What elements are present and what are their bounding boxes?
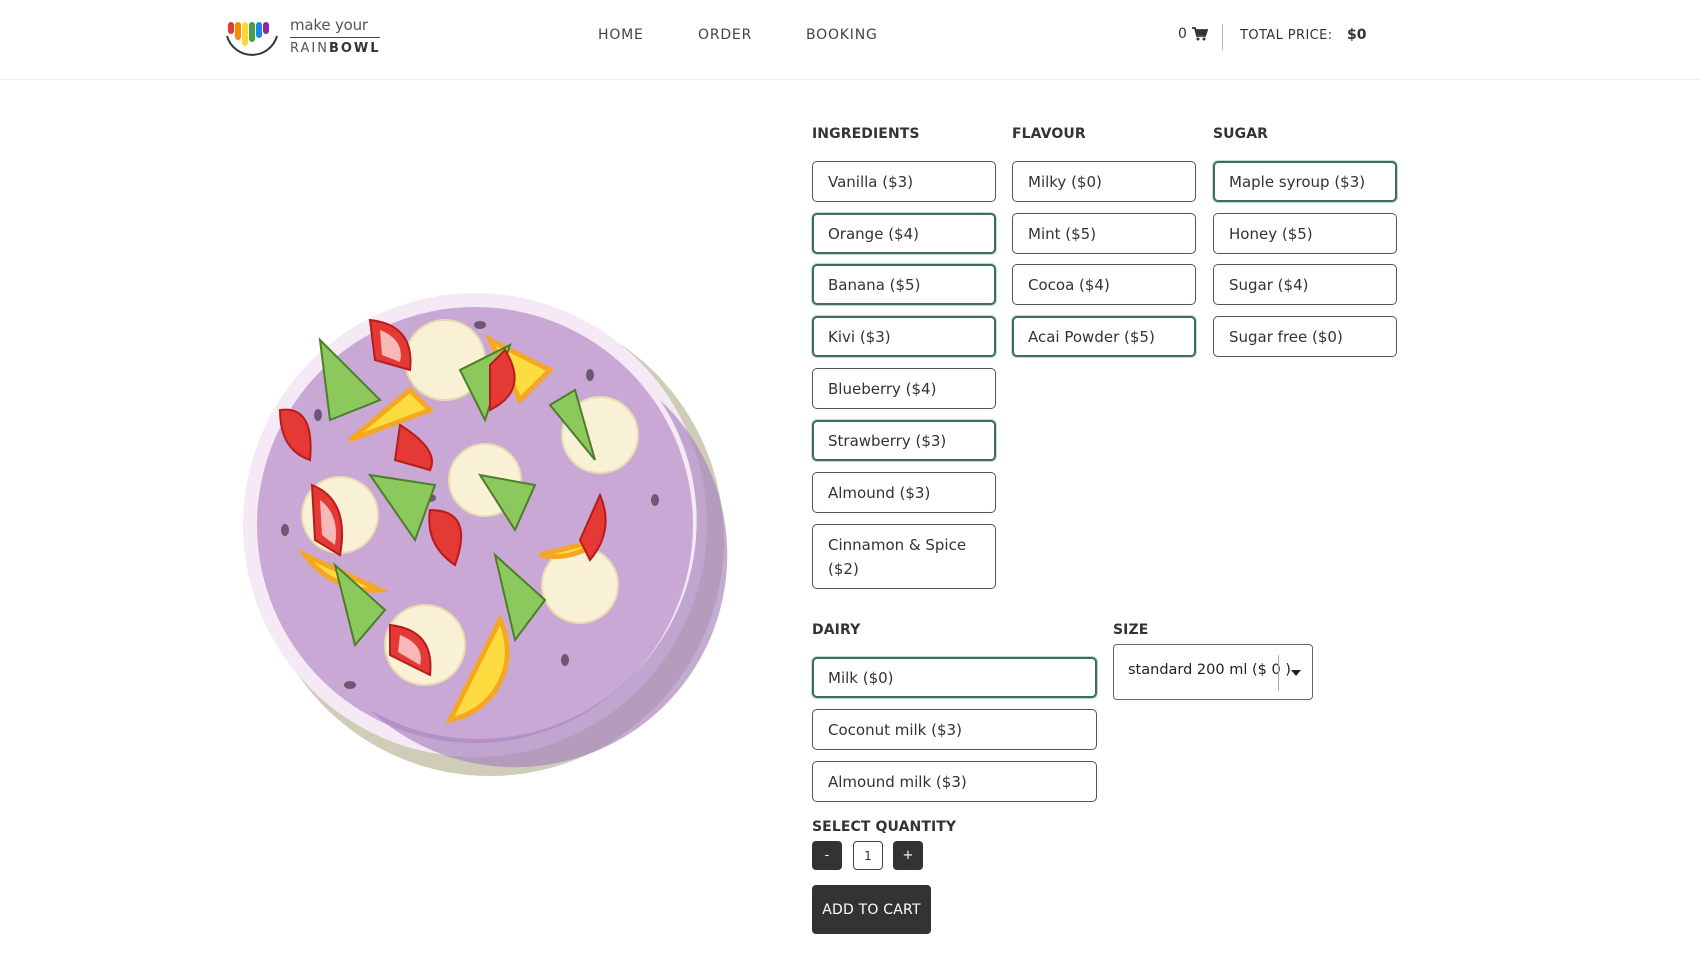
dairy-option-milk[interactable]: Milk ($0): [812, 657, 1097, 698]
ingredient-option-cinnamon-spice[interactable]: Cinnamon & Spice ($2): [812, 524, 996, 589]
logo[interactable]: make your RAINBOWL: [224, 14, 384, 62]
size-title: SIZE: [1113, 622, 1149, 638]
sugar-title: SUGAR: [1213, 126, 1269, 142]
ingredients-title: INGREDIENTS: [812, 126, 920, 142]
nav-home-link[interactable]: HOME: [598, 27, 644, 43]
header-divider: [1222, 24, 1223, 50]
logo-wordmark: RAINBOWL: [290, 41, 381, 56]
logo-tagline: make your: [290, 16, 368, 34]
dairy-option-coconut-milk[interactable]: Coconut milk ($3): [812, 709, 1097, 750]
add-to-cart-button[interactable]: ADD TO CART: [812, 885, 931, 934]
sugar-option-maple-syroup[interactable]: Maple syroup ($3): [1213, 161, 1397, 202]
ingredient-option-strawberry[interactable]: Strawberry ($3): [812, 420, 996, 461]
flavour-option-acai-powder[interactable]: Acai Powder ($5): [1012, 316, 1196, 357]
size-select-separator: [1278, 655, 1279, 691]
size-selected-value: standard 200 ml ($ 0 ): [1128, 662, 1291, 678]
site-header: make your RAINBOWL HOME ORDER BOOKING 0 …: [0, 0, 1701, 80]
chevron-down-icon: [1291, 670, 1301, 676]
rainbow-bowl-logo-icon: [226, 22, 278, 56]
logo-wordmark-bold: BOWL: [328, 41, 381, 56]
flavour-option-mint[interactable]: Mint ($5): [1012, 213, 1196, 254]
ingredient-option-blueberry[interactable]: Blueberry ($4): [812, 368, 996, 409]
logo-wordmark-light: RAIN: [290, 41, 329, 56]
flavour-option-cocoa[interactable]: Cocoa ($4): [1012, 264, 1196, 305]
nav-order-link[interactable]: ORDER: [698, 27, 752, 43]
logo-divider: [290, 37, 380, 38]
quantity-increase-button[interactable]: +: [893, 841, 923, 870]
acai-bowl-illustration: [243, 293, 728, 776]
nav-booking-link[interactable]: BOOKING: [806, 27, 878, 43]
ingredient-option-banana[interactable]: Banana ($5): [812, 264, 996, 305]
quantity-input[interactable]: 1: [853, 841, 883, 870]
cart-icon: [1191, 27, 1208, 41]
ingredient-option-vanilla[interactable]: Vanilla ($3): [812, 161, 996, 202]
sugar-option-sugar[interactable]: Sugar ($4): [1213, 264, 1397, 305]
ingredient-option-kivi[interactable]: Kivi ($3): [812, 316, 996, 357]
sugar-option-honey[interactable]: Honey ($5): [1213, 213, 1397, 254]
ingredient-option-almound[interactable]: Almound ($3): [812, 472, 996, 513]
dairy-title: DAIRY: [812, 622, 861, 638]
flavour-title: FLAVOUR: [1012, 126, 1086, 142]
quantity-title: SELECT QUANTITY: [812, 819, 957, 835]
ingredient-option-orange[interactable]: Orange ($4): [812, 213, 996, 254]
quantity-decrease-button[interactable]: -: [812, 841, 842, 870]
dairy-option-almound-milk[interactable]: Almound milk ($3): [812, 761, 1097, 802]
total-price-value: $0: [1347, 27, 1367, 43]
size-select[interactable]: standard 200 ml ($ 0 ): [1113, 644, 1313, 700]
sugar-option-sugar-free[interactable]: Sugar free ($0): [1213, 316, 1397, 357]
cart-button[interactable]: 0: [1178, 26, 1208, 42]
total-price-label: TOTAL PRICE:: [1240, 28, 1333, 43]
flavour-option-milky[interactable]: Milky ($0): [1012, 161, 1196, 202]
cart-count: 0: [1178, 26, 1187, 42]
